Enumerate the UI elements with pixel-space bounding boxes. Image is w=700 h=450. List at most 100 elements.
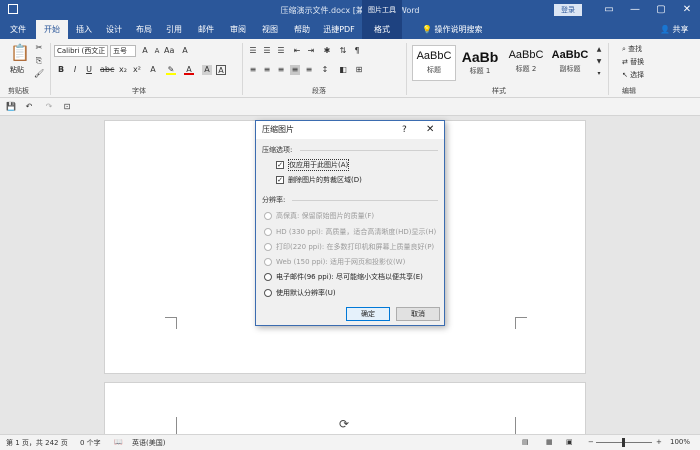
- read-mode-icon[interactable]: ▤: [522, 438, 529, 446]
- superscript-icon[interactable]: x²: [132, 65, 142, 75]
- show-marks-icon[interactable]: ¶: [352, 46, 362, 56]
- decrease-indent-icon[interactable]: ⇤: [292, 46, 302, 56]
- grow-font-icon[interactable]: A: [140, 46, 150, 56]
- page[interactable]: ⟳: [104, 382, 586, 434]
- justify-icon[interactable]: ≡: [290, 65, 300, 75]
- web-layout-icon[interactable]: ▣: [566, 438, 573, 446]
- chinese-layout-icon[interactable]: ✱: [322, 46, 332, 56]
- close-window-button[interactable]: ✕: [674, 0, 700, 20]
- apply-only-checkbox[interactable]: ✓ 仅应用于此图片(A): [276, 159, 350, 171]
- tab-help[interactable]: 帮助: [288, 20, 316, 39]
- tab-references[interactable]: 引用: [160, 20, 188, 39]
- italic-icon[interactable]: I: [70, 65, 80, 75]
- shrink-font-icon[interactable]: A: [152, 46, 162, 56]
- zoom-out-icon[interactable]: −: [588, 438, 594, 446]
- radio-email[interactable]: 电子邮件(96 ppi): 尽可能缩小文档以便共享(E): [264, 272, 423, 282]
- language-indicator[interactable]: 英语(美国): [132, 438, 165, 448]
- print-layout-icon[interactable]: ▦: [546, 438, 553, 446]
- share-button[interactable]: 👤 共享: [660, 20, 689, 39]
- tab-design[interactable]: 设计: [100, 20, 128, 39]
- character-shading-icon[interactable]: A: [202, 65, 212, 75]
- multilevel-list-icon[interactable]: ☰: [276, 46, 286, 56]
- tab-mailings[interactable]: 邮件: [192, 20, 220, 39]
- radio-default-resolution[interactable]: 使用默认分辨率(U): [264, 288, 336, 298]
- status-bar: 第 1 页，共 242 页 0 个字 📖 英语(美国) ▤ ▦ ▣ − + 10…: [0, 434, 700, 450]
- character-border-icon[interactable]: A: [216, 65, 226, 75]
- styles-group-label: 样式: [492, 87, 506, 95]
- undo-icon[interactable]: ↶: [24, 102, 34, 112]
- underline-icon[interactable]: U: [84, 65, 94, 75]
- styles-scroll-down-icon[interactable]: ▼: [594, 57, 604, 67]
- style-heading-1[interactable]: AaBb 标题 1: [458, 45, 502, 81]
- zoom-level[interactable]: 100%: [670, 438, 690, 446]
- tab-view[interactable]: 视图: [256, 20, 284, 39]
- font-color-icon[interactable]: A: [184, 65, 194, 75]
- align-right-icon[interactable]: ≡: [276, 65, 286, 75]
- bold-icon[interactable]: B: [56, 65, 66, 75]
- numbering-icon[interactable]: ☰: [262, 46, 272, 56]
- close-icon[interactable]: ✕: [426, 121, 434, 139]
- align-center-icon[interactable]: ≡: [262, 65, 272, 75]
- style-title[interactable]: AaBbC 标题: [412, 45, 456, 81]
- clear-formatting-icon[interactable]: A: [180, 46, 190, 56]
- rotate-handle-icon[interactable]: ⟳: [339, 417, 349, 431]
- font-size-combo[interactable]: 五号: [110, 45, 136, 57]
- strikethrough-icon[interactable]: abc: [100, 65, 114, 75]
- save-icon[interactable]: 💾: [6, 102, 16, 112]
- help-icon[interactable]: ?: [402, 121, 407, 139]
- zoom-in-icon[interactable]: +: [656, 438, 662, 446]
- page-count[interactable]: 第 1 页，共 242 页: [6, 438, 68, 448]
- sort-icon[interactable]: ⇅: [338, 46, 348, 56]
- shading-icon[interactable]: ◧: [338, 65, 348, 75]
- copy-icon[interactable]: ⎘: [34, 56, 44, 66]
- change-case-icon[interactable]: Aa: [164, 46, 174, 56]
- restore-button[interactable]: ▢: [648, 0, 674, 20]
- find-button[interactable]: ⌕ 查找: [622, 44, 642, 54]
- tab-xunjie-pdf[interactable]: 迅捷PDF: [318, 20, 360, 39]
- radio-print[interactable]: 打印(220 ppi): 在多数打印机和屏幕上质量良好(P): [264, 242, 434, 252]
- style-heading-2[interactable]: AaBbC 标题 2: [504, 45, 548, 81]
- distribute-icon[interactable]: ≡: [304, 65, 314, 75]
- line-spacing-icon[interactable]: ↕: [320, 65, 330, 75]
- radio-web[interactable]: Web (150 ppi): 适用于网页和投影仪(W): [264, 257, 405, 267]
- increase-indent-icon[interactable]: ⇥: [306, 46, 316, 56]
- login-button[interactable]: 登录: [554, 4, 582, 16]
- tab-insert[interactable]: 插入: [70, 20, 98, 39]
- tab-file[interactable]: 文件: [4, 20, 32, 39]
- styles-more-icon[interactable]: ▾: [594, 69, 604, 79]
- customize-icon[interactable]: ⊡: [62, 102, 72, 112]
- cut-icon[interactable]: ✂: [34, 43, 44, 53]
- tab-review[interactable]: 审阅: [224, 20, 252, 39]
- cancel-button[interactable]: 取消: [396, 307, 440, 321]
- zoom-slider-thumb[interactable]: [622, 438, 625, 447]
- paste-label[interactable]: 粘贴: [10, 65, 24, 75]
- tab-format[interactable]: 格式: [362, 20, 402, 39]
- ribbon: 📋 粘贴 ✂ ⎘ 🖌 剪贴板 Calibri (西文正 五号 A A Aa A …: [0, 39, 700, 98]
- highlight-icon[interactable]: ✎: [166, 65, 176, 75]
- redo-icon[interactable]: ↷: [44, 102, 54, 112]
- radio-hd[interactable]: HD (330 ppi): 高质量，适合高清晰度(HD)显示(H): [264, 227, 436, 237]
- tell-me-search[interactable]: 💡 操作说明搜索: [422, 20, 483, 39]
- style-subtitle[interactable]: AaBbC 副标题: [548, 45, 592, 81]
- font-name-combo[interactable]: Calibri (西文正: [54, 45, 108, 57]
- ribbon-display-icon[interactable]: ▭: [596, 0, 622, 20]
- word-count[interactable]: 0 个字: [80, 438, 101, 448]
- delete-cropped-checkbox[interactable]: ✓ 删除图片的剪裁区域(D): [276, 175, 362, 185]
- minimize-button[interactable]: —: [622, 0, 648, 20]
- align-left-icon[interactable]: ≡: [248, 65, 258, 75]
- select-button[interactable]: ↖ 选择: [622, 70, 644, 80]
- crop-mark: [515, 417, 527, 434]
- styles-scroll-up-icon[interactable]: ▲: [594, 45, 604, 55]
- tab-layout[interactable]: 布局: [130, 20, 158, 39]
- subscript-icon[interactable]: x₂: [118, 65, 128, 75]
- radio-hifi[interactable]: 高保真: 保留原始图片的质量(F): [264, 211, 374, 221]
- paste-icon[interactable]: 📋: [10, 43, 30, 63]
- proofing-icon[interactable]: 📖: [114, 438, 123, 446]
- tab-home[interactable]: 开始: [36, 20, 68, 39]
- format-painter-icon[interactable]: 🖌: [34, 69, 44, 79]
- borders-icon[interactable]: ⊞: [354, 65, 364, 75]
- bullets-icon[interactable]: ☰: [248, 46, 258, 56]
- text-effects-icon[interactable]: A: [148, 65, 158, 75]
- replace-button[interactable]: ⇄ 替换: [622, 57, 644, 67]
- ok-button[interactable]: 确定: [346, 307, 390, 321]
